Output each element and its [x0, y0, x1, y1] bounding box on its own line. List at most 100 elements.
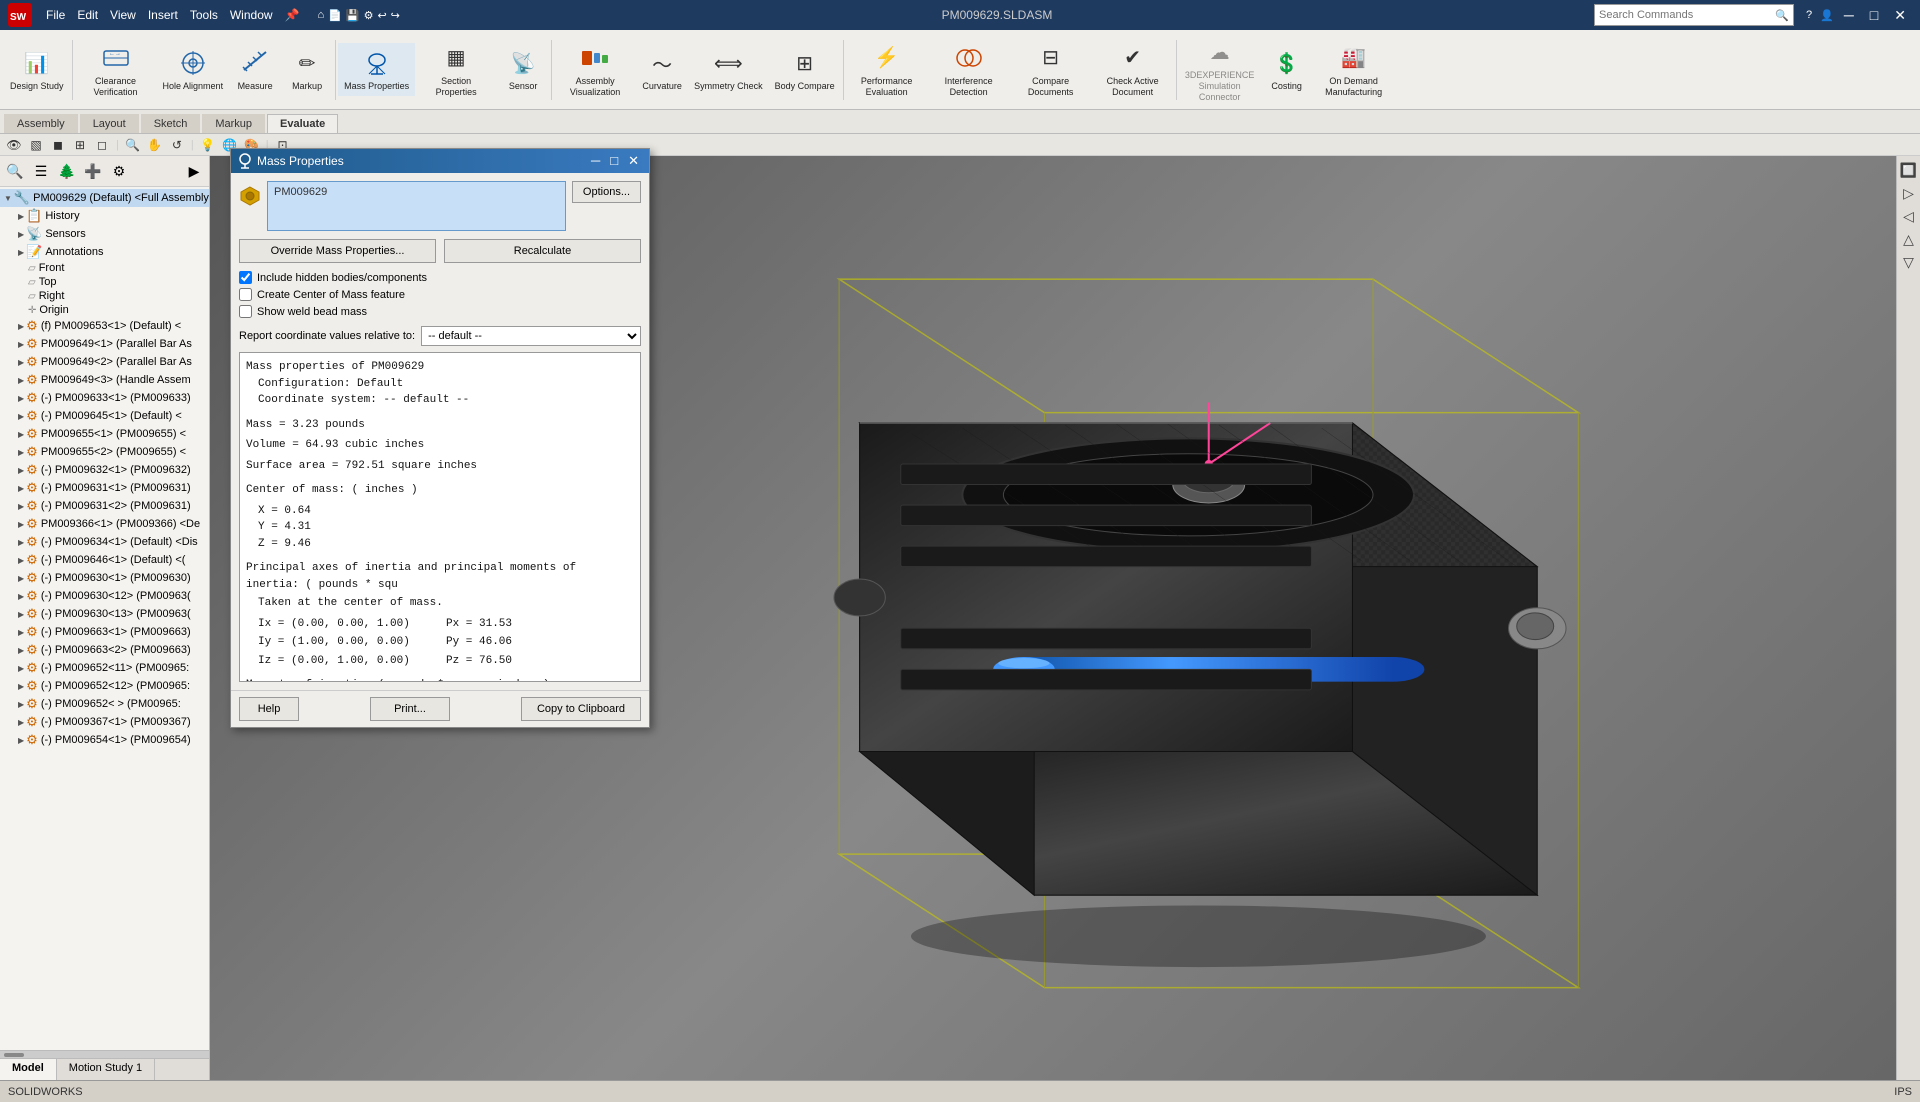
tree-pm009652-xx[interactable]: ▶ ⚙ (-) PM009652< > (PM00965: — [0, 695, 209, 713]
btab-model[interactable]: Model — [0, 1059, 57, 1080]
toolbar-performance-evaluation[interactable]: ⚡ Performance Evaluation — [846, 38, 928, 102]
toolbar-check-active-document[interactable]: ✔ Check Active Document — [1092, 38, 1174, 102]
viewport-icon-4[interactable]: △ — [1901, 229, 1916, 250]
tree-pm009655-1[interactable]: ▶ ⚙ PM009655<1> (PM009655) < — [0, 425, 209, 443]
tree-right[interactable]: ▱ Right — [0, 289, 209, 303]
toolbar-on-demand-manufacturing[interactable]: 🏭 On Demand Manufacturing — [1313, 38, 1395, 102]
tree-history[interactable]: ▶ 📋 History — [0, 207, 209, 225]
tree-pm009366[interactable]: ▶ ⚙ PM009366<1> (PM009366) <De — [0, 515, 209, 533]
search-filter-btn[interactable]: 🔍 — [3, 159, 27, 183]
tab-markup[interactable]: Markup — [202, 114, 265, 133]
view-orientation-icon[interactable]: 👁 — [4, 135, 24, 155]
add-component-btn[interactable]: ➕ — [81, 159, 105, 183]
toolbar-interference-detection[interactable]: Interference Detection — [928, 38, 1010, 102]
include-hidden-checkbox[interactable] — [239, 271, 252, 284]
toolbar-assembly-visualization[interactable]: Assembly Visualization — [554, 38, 636, 102]
override-mass-properties-button[interactable]: Override Mass Properties... — [239, 239, 436, 263]
options-button[interactable]: Options... — [572, 181, 641, 203]
coordinate-dropdown[interactable]: -- default -- — [421, 326, 641, 346]
tree-pm009663-2[interactable]: ▶ ⚙ (-) PM009663<2> (PM009663) — [0, 641, 209, 659]
tree-top[interactable]: ▱ Top — [0, 275, 209, 289]
menu-window[interactable]: Window — [230, 8, 273, 22]
toolbar-section-properties[interactable]: ▦ Section Properties — [415, 38, 497, 102]
maximize-button[interactable]: □ — [1864, 5, 1884, 25]
mass-properties-results[interactable]: Mass properties of PM009629 Configuratio… — [239, 352, 641, 682]
close-button[interactable]: ✕ — [1888, 5, 1912, 26]
section-view-icon[interactable]: ▧ — [26, 135, 46, 155]
settings-icon[interactable]: ⚙ — [364, 9, 374, 22]
tree-annotations[interactable]: ▶ 📝 Annotations — [0, 243, 209, 261]
toolbar-body-compare[interactable]: ⊞ Body Compare — [769, 43, 841, 96]
tree-pm009630-1[interactable]: ▶ ⚙ (-) PM009630<1> (PM009630) — [0, 569, 209, 587]
save-icon[interactable]: 💾 — [346, 9, 360, 22]
btab-motion-study[interactable]: Motion Study 1 — [57, 1059, 155, 1080]
toolbar-measure[interactable]: Measure — [229, 43, 281, 96]
toolbar-symmetry-check[interactable]: ⟺ Symmetry Check — [688, 43, 769, 96]
toolbar-design-study[interactable]: 📊 Design Study — [4, 43, 70, 96]
show-weld-checkbox[interactable] — [239, 305, 252, 318]
create-center-checkbox[interactable] — [239, 288, 252, 301]
toolbar-curvature[interactable]: 〜 Curvature — [636, 43, 688, 96]
tree-pm009654[interactable]: ▶ ⚙ (-) PM009654<1> (PM009654) — [0, 731, 209, 749]
toolbar-hole-alignment[interactable]: Hole Alignment — [157, 43, 230, 96]
pan-icon[interactable]: ✋ — [145, 135, 165, 155]
toolbar-3dexperience[interactable]: ☁ 3DEXPERIENCE Simulation Connector — [1179, 32, 1261, 106]
tree-pm009633[interactable]: ▶ ⚙ (-) PM009633<1> (PM009633) — [0, 389, 209, 407]
tree-pm009663-1[interactable]: ▶ ⚙ (-) PM009663<1> (PM009663) — [0, 623, 209, 641]
toolbar-compare-documents[interactable]: ⊟ Compare Documents — [1010, 38, 1092, 102]
menu-pin[interactable]: 📌 — [285, 8, 300, 22]
print-button[interactable]: Print... — [370, 697, 450, 721]
search-input[interactable] — [1599, 9, 1775, 21]
display-style-icon[interactable]: ◼ — [48, 135, 68, 155]
tree-pm009631-1[interactable]: ▶ ⚙ (-) PM009631<1> (PM009631) — [0, 479, 209, 497]
user-icon[interactable]: 👤 — [1820, 9, 1834, 22]
recalculate-button[interactable]: Recalculate — [444, 239, 641, 263]
new-doc-icon[interactable]: 📄 — [328, 9, 342, 22]
zoom-icon[interactable]: 🔍 — [123, 135, 143, 155]
menu-view[interactable]: View — [110, 8, 136, 22]
gear-btn[interactable]: ⚙ — [107, 159, 131, 183]
tree-pm009652-11[interactable]: ▶ ⚙ (-) PM009652<11> (PM00965: — [0, 659, 209, 677]
help-button[interactable]: Help — [239, 697, 299, 721]
tab-layout[interactable]: Layout — [80, 114, 139, 133]
toolbar-clearance-verification[interactable]: ←→ Clearance Verification — [75, 38, 157, 102]
tree-pm009632[interactable]: ▶ ⚙ (-) PM009632<1> (PM009632) — [0, 461, 209, 479]
toolbar-markup[interactable]: ✏ Markup — [281, 43, 333, 96]
tree-pm009646[interactable]: ▶ ⚙ (-) PM009646<1> (Default) <( — [0, 551, 209, 569]
menu-tools[interactable]: Tools — [190, 8, 218, 22]
search-bar[interactable]: 🔍 — [1594, 4, 1794, 26]
tree-pm009367[interactable]: ▶ ⚙ (-) PM009367<1> (PM009367) — [0, 713, 209, 731]
tree-root[interactable]: ▼ 🔧 PM009629 (Default) <Full Assembly> — [0, 189, 209, 207]
help-icon[interactable]: ? — [1806, 9, 1812, 21]
viewport-icon-3[interactable]: ◁ — [1901, 206, 1916, 227]
tree-front[interactable]: ▱ Front — [0, 261, 209, 275]
tree-view-btn[interactable]: 🌲 — [55, 159, 79, 183]
dialog-restore-btn[interactable]: □ — [606, 151, 622, 171]
tree-pm009649-3[interactable]: ▶ ⚙ PM009649<3> (Handle Assem — [0, 371, 209, 389]
lighting-icon[interactable]: 💡 — [198, 135, 218, 155]
hide-show-icon[interactable]: ◻ — [92, 135, 112, 155]
tree-sensors[interactable]: ▶ 📡 Sensors — [0, 225, 209, 243]
tree-pm009645[interactable]: ▶ ⚙ (-) PM009645<1> (Default) < — [0, 407, 209, 425]
tab-sketch[interactable]: Sketch — [141, 114, 201, 133]
minimize-button[interactable]: ─ — [1838, 5, 1860, 25]
home-icon[interactable]: ⌂ — [318, 9, 325, 21]
toolbar-sensor[interactable]: 📡 Sensor — [497, 43, 549, 96]
viewport-icon-2[interactable]: ▷ — [1901, 183, 1916, 204]
list-view-btn[interactable]: ☰ — [29, 159, 53, 183]
menu-insert[interactable]: Insert — [148, 8, 178, 22]
rotate-icon[interactable]: ↺ — [167, 135, 187, 155]
tree-pm009649-2[interactable]: ▶ ⚙ PM009649<2> (Parallel Bar As — [0, 353, 209, 371]
viewport-icon-1[interactable]: 🔲 — [1898, 160, 1919, 181]
tab-evaluate[interactable]: Evaluate — [267, 114, 338, 133]
menu-edit[interactable]: Edit — [77, 8, 98, 22]
tree-pm009652-12[interactable]: ▶ ⚙ (-) PM009652<12> (PM00965: — [0, 677, 209, 695]
dialog-close-btn[interactable]: ✕ — [624, 151, 643, 171]
tree-pm009653[interactable]: ▶ ⚙ (f) PM009653<1> (Default) < — [0, 317, 209, 335]
collapse-panel-btn[interactable]: ▶ — [182, 159, 206, 183]
tree-pm009655-2[interactable]: ▶ ⚙ PM009655<2> (PM009655) < — [0, 443, 209, 461]
redo-icon[interactable]: ↪ — [391, 9, 400, 22]
copy-to-clipboard-button[interactable]: Copy to Clipboard — [521, 697, 641, 721]
tree-pm009630-13[interactable]: ▶ ⚙ (-) PM009630<13> (PM00963( — [0, 605, 209, 623]
viewport-icon-5[interactable]: ▽ — [1901, 252, 1916, 273]
